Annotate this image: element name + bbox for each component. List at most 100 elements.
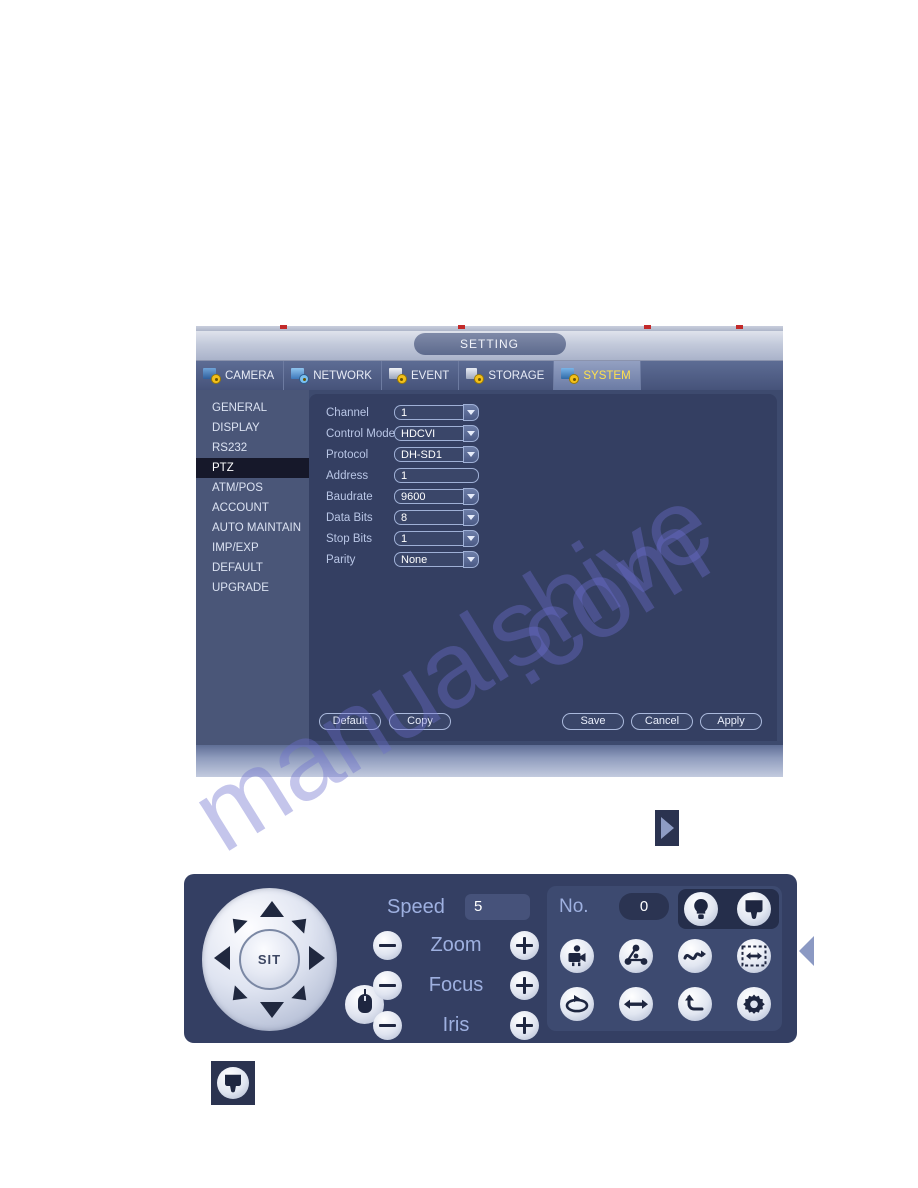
- focus-plus-button[interactable]: [510, 970, 539, 1000]
- window-titlebar: SETTING: [196, 331, 783, 361]
- chevron-down-icon[interactable]: [463, 446, 479, 463]
- arrow-down-left-icon[interactable]: [226, 985, 248, 1007]
- chevron-down-icon[interactable]: [463, 425, 479, 442]
- data-bits-label: Data Bits: [326, 511, 373, 524]
- protocol-value: DH-SD1: [401, 448, 442, 461]
- sidebar-item-general[interactable]: GENERAL: [196, 398, 309, 418]
- page-root: manualshive .com SETTING CAMERA NETWORK …: [0, 0, 918, 1188]
- baudrate-select[interactable]: 9600: [394, 488, 479, 505]
- zoom-plus-button[interactable]: [510, 930, 539, 960]
- sidebar-item-account[interactable]: ACCOUNT: [196, 498, 309, 518]
- parity-value: None: [401, 553, 428, 566]
- baudrate-label: Baudrate: [326, 490, 373, 503]
- save-button[interactable]: Save: [562, 713, 624, 730]
- chevron-down-icon[interactable]: [463, 530, 479, 547]
- tour-icon[interactable]: [619, 939, 653, 973]
- arrow-up-right-icon[interactable]: [291, 912, 313, 934]
- no-input[interactable]: 0: [619, 893, 669, 920]
- tab-network[interactable]: NETWORK: [284, 361, 382, 390]
- address-value: 1: [401, 469, 408, 482]
- settings-sidebar: GENERAL DISPLAY RS232 PTZ ATM/POS ACCOUN…: [196, 390, 309, 745]
- wiper-icon[interactable]: [737, 892, 771, 926]
- speed-input[interactable]: 5: [465, 894, 530, 920]
- arrow-right-icon[interactable]: [309, 946, 325, 970]
- control-mode-select[interactable]: HDCVI: [394, 425, 479, 442]
- sidebar-item-imp-exp[interactable]: IMP/EXP: [196, 538, 309, 558]
- ptz-direction-pad[interactable]: SIT: [202, 888, 337, 1031]
- default-button[interactable]: Default: [319, 713, 381, 730]
- stop-bits-label: Stop Bits: [326, 532, 373, 545]
- ptz-aux-icon-grid: No. 0: [547, 886, 782, 1031]
- protocol-label: Protocol: [326, 448, 369, 461]
- sidebar-item-ptz[interactable]: PTZ: [196, 458, 309, 478]
- setting-window: SETTING CAMERA NETWORK EVENT STORAGE SYS…: [196, 325, 783, 777]
- focus-label: Focus: [428, 973, 484, 996]
- system-icon: [561, 368, 579, 383]
- tab-camera[interactable]: CAMERA: [196, 361, 285, 390]
- apply-button[interactable]: Apply: [700, 713, 762, 730]
- iris-plus-button[interactable]: [510, 1010, 539, 1040]
- iris-minus-button[interactable]: [373, 1010, 402, 1040]
- cancel-button[interactable]: Cancel: [631, 713, 693, 730]
- stop-bits-select[interactable]: 1: [394, 530, 479, 547]
- auto-scan-icon[interactable]: [737, 939, 771, 973]
- light-icon[interactable]: [684, 892, 718, 926]
- rotate-icon[interactable]: [560, 987, 594, 1021]
- data-bits-value: 8: [401, 511, 408, 524]
- aux-config-icon[interactable]: [737, 987, 771, 1021]
- tab-storage-label: STORAGE: [488, 369, 545, 382]
- iris-row: Iris: [373, 1008, 539, 1042]
- ptz-settings-panel: Channel 1 Control Mode HDCVI Protocol DH…: [309, 394, 777, 741]
- ptz-form: Channel 1 Control Mode HDCVI Protocol DH…: [326, 402, 479, 570]
- focus-row: Focus: [373, 968, 539, 1002]
- chevron-down-icon[interactable]: [463, 551, 479, 568]
- arrow-left-icon[interactable]: [214, 946, 230, 970]
- focus-minus-button[interactable]: [373, 970, 402, 1000]
- chevron-down-icon[interactable]: [463, 488, 479, 505]
- sidebar-item-default[interactable]: DEFAULT: [196, 558, 309, 578]
- expand-panel-arrow-icon[interactable]: [655, 810, 679, 846]
- pattern-icon[interactable]: [678, 939, 712, 973]
- stop-bits-value: 1: [401, 532, 408, 545]
- ptz-control-panel: SIT Speed 5 Zoom Focus Iris No. 0: [184, 874, 814, 1043]
- tab-storage[interactable]: STORAGE: [459, 361, 555, 390]
- tab-system[interactable]: SYSTEM: [554, 361, 641, 390]
- copy-button[interactable]: Copy: [389, 713, 451, 730]
- flip-icon[interactable]: [619, 987, 653, 1021]
- channel-select[interactable]: 1: [394, 404, 479, 421]
- sidebar-item-rs232[interactable]: RS232: [196, 438, 309, 458]
- tab-event-label: EVENT: [410, 369, 450, 382]
- wiper-icon[interactable]: [217, 1067, 249, 1099]
- chevron-down-icon[interactable]: [463, 509, 479, 526]
- standalone-wiper-icon-box: [211, 1061, 255, 1105]
- window-title: SETTING: [413, 333, 566, 355]
- control-mode-value: HDCVI: [401, 427, 436, 440]
- sidebar-item-display[interactable]: DISPLAY: [196, 418, 309, 438]
- ptz-center-button[interactable]: SIT: [239, 929, 300, 990]
- address-input[interactable]: 1: [394, 468, 479, 483]
- tab-network-label: NETWORK: [313, 369, 372, 382]
- zoom-minus-button[interactable]: [373, 930, 402, 960]
- ptz-collapse-arrow-icon[interactable]: [799, 936, 814, 966]
- data-bits-select[interactable]: 8: [394, 509, 479, 526]
- arrow-down-right-icon[interactable]: [291, 985, 313, 1007]
- preset-icon[interactable]: [560, 939, 594, 973]
- arrow-up-left-icon[interactable]: [226, 912, 248, 934]
- sidebar-item-auto-maintain[interactable]: AUTO MAINTAIN: [196, 518, 309, 538]
- parity-select[interactable]: None: [394, 551, 479, 568]
- sidebar-item-atm-pos[interactable]: ATM/POS: [196, 478, 309, 498]
- window-body: GENERAL DISPLAY RS232 PTZ ATM/POS ACCOUN…: [196, 390, 783, 745]
- panel-button-row: Default Copy Save Cancel Apply: [309, 713, 777, 731]
- tab-system-label: SYSTEM: [583, 369, 631, 382]
- tab-event[interactable]: EVENT: [382, 361, 460, 390]
- protocol-select[interactable]: DH-SD1: [394, 446, 479, 463]
- sidebar-item-upgrade[interactable]: UPGRADE: [196, 578, 309, 598]
- address-label: Address: [326, 469, 369, 482]
- reset-icon[interactable]: [678, 987, 712, 1021]
- main-tabbar: CAMERA NETWORK EVENT STORAGE SYSTEM: [196, 361, 783, 390]
- arrow-up-icon[interactable]: [260, 901, 284, 917]
- control-mode-label: Control Mode: [326, 427, 396, 440]
- chevron-down-icon[interactable]: [463, 404, 479, 421]
- no-label: No.: [559, 896, 589, 917]
- arrow-down-icon[interactable]: [260, 1002, 284, 1018]
